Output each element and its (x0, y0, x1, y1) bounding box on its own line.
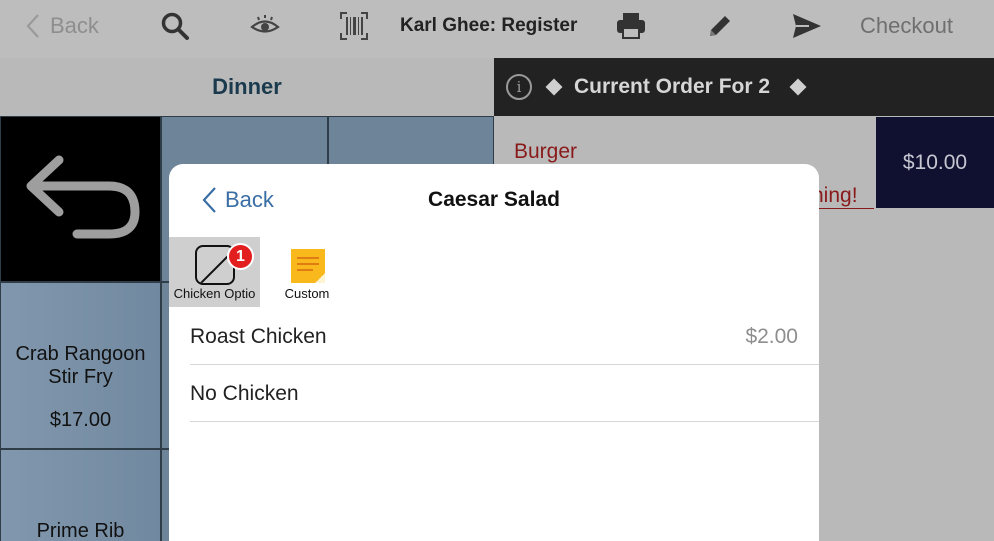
count-badge: 1 (227, 243, 254, 270)
barcode-icon[interactable] (339, 0, 369, 52)
menu-item-prime-rib[interactable]: Prime Rib (0, 449, 161, 541)
tab-custom[interactable]: Custom (263, 237, 351, 307)
tab-label: Custom (284, 286, 330, 301)
top-toolbar: Back Karl Ghee: Register Checkout (0, 0, 994, 58)
order-item-price[interactable]: $10.00 (876, 117, 994, 208)
printer-icon[interactable] (616, 0, 646, 52)
order-item-name: Burger (514, 140, 578, 163)
tab-label: Chicken Optio (173, 286, 256, 301)
menu-item-price: $17.00 (49, 409, 112, 431)
modifier-modal: Back Caesar Salad 1 Chicken Optio Custom… (169, 164, 819, 541)
diamond-icon (545, 78, 563, 96)
send-icon[interactable] (791, 0, 823, 52)
option-row[interactable]: No Chicken (190, 366, 819, 422)
checkout-button[interactable]: Checkout (860, 0, 953, 52)
undo-arrow-icon (26, 155, 139, 239)
option-row[interactable]: Roast Chicken $2.00 (190, 309, 819, 365)
menu-item-name: Prime Rib (36, 520, 125, 541)
menu-item-name: Crab Rangoon Stir Fry (15, 343, 146, 388)
option-price: $2.00 (745, 324, 798, 348)
search-icon[interactable] (160, 0, 190, 52)
menu-section-header: Dinner (0, 58, 494, 116)
toolbar-back-label: Back (50, 13, 99, 38)
order-title[interactable]: Current Order For 2 (574, 75, 770, 99)
diamond-icon (789, 78, 807, 96)
eye-icon[interactable] (249, 0, 281, 52)
chevron-left-icon (26, 14, 39, 38)
menu-item-crab-rangoon[interactable]: Crab Rangoon Stir Fry $17.00 (0, 282, 161, 449)
option-label: No Chicken (190, 381, 299, 405)
menu-back-tile[interactable] (0, 116, 161, 282)
order-header: i Current Order For 2 (494, 58, 994, 116)
tab-chicken-options[interactable]: 1 Chicken Optio (169, 237, 260, 307)
modal-title: Caesar Salad (428, 188, 560, 211)
sticky-note-icon (291, 249, 325, 283)
pencil-icon[interactable] (706, 0, 734, 52)
option-label: Roast Chicken (190, 324, 327, 348)
info-icon[interactable]: i (506, 74, 532, 100)
register-title: Karl Ghee: Register (400, 15, 578, 36)
menu-section-title: Dinner (212, 74, 282, 99)
toolbar-back-button[interactable]: Back (26, 0, 99, 52)
